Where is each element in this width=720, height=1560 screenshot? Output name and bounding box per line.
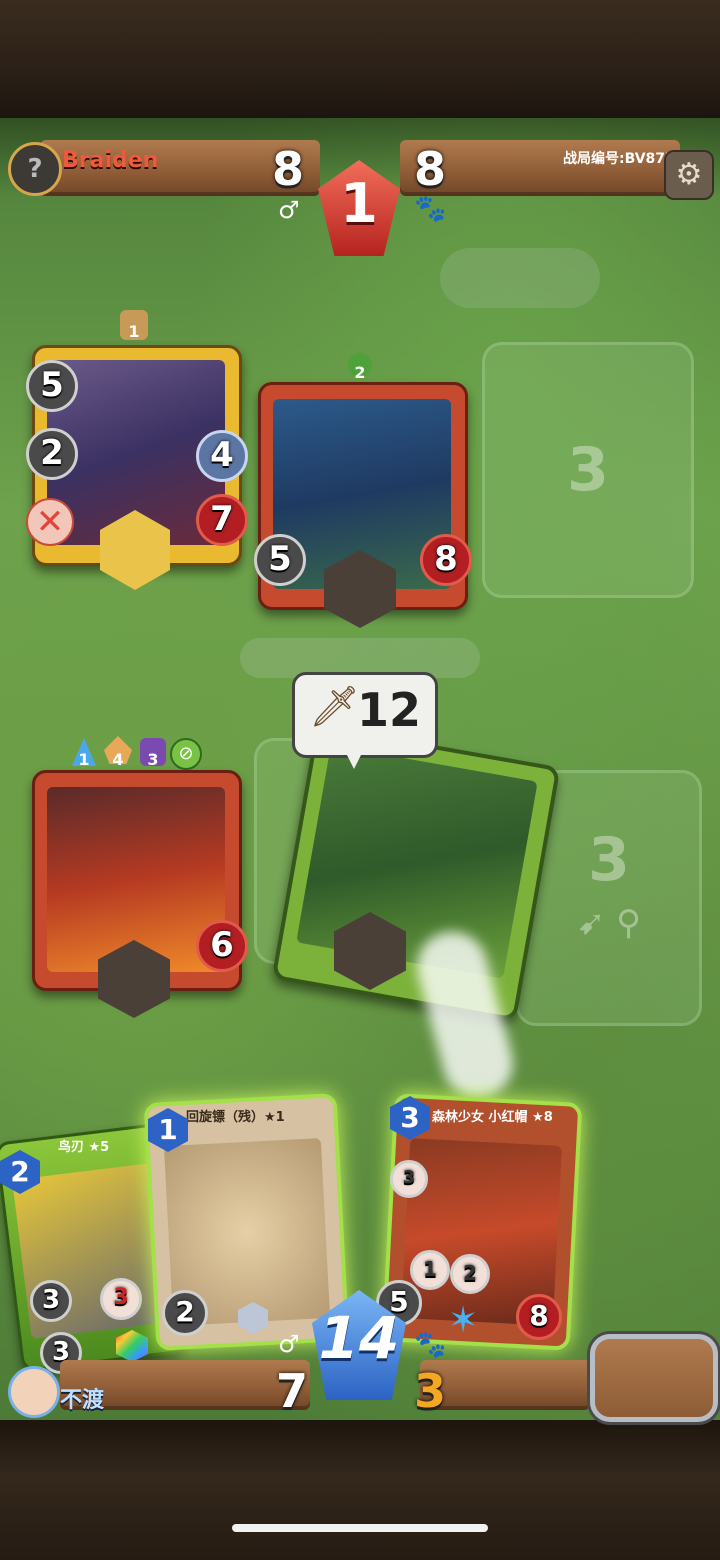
sword-icon: 🗡 — [309, 684, 360, 730]
buff-value: 4 — [112, 750, 124, 769]
player-avatar[interactable] — [8, 1366, 60, 1418]
player-beasts: 3 — [414, 1364, 447, 1418]
turn-number: 1 — [340, 172, 378, 235]
attack-value: 12 — [357, 683, 422, 737]
player-name: 不渡 — [60, 1388, 105, 1413]
no-entry-buff-icon: ⊘ — [170, 738, 202, 770]
gear-icon: ⚙ — [675, 157, 703, 192]
health-stat: 8 — [420, 534, 472, 586]
level-number: 2 — [354, 363, 366, 382]
card-art — [296, 745, 538, 979]
paw-icon: 🐾 — [414, 1330, 447, 1360]
hand-card-title: 鸟刃 ★5 — [58, 1140, 110, 1155]
health-stat: 6 — [196, 920, 248, 972]
hand-card-title: 森林少女 小红帽 ★8 — [432, 1110, 553, 1125]
card-stat: 2 — [162, 1290, 208, 1336]
match-id: 战局编号:BV87P — [563, 151, 676, 167]
attack-stat: 5 — [26, 360, 78, 412]
star-icon: ✶ — [448, 1300, 479, 1341]
range-stat: 2 — [26, 428, 78, 480]
question-mark-icon: ? — [27, 154, 43, 184]
settings-button[interactable]: ⚙ — [664, 150, 714, 200]
home-indicator[interactable] — [232, 1524, 488, 1532]
attack-bubble: 🗡 12 — [292, 672, 438, 758]
potion-icon: ♂ — [278, 196, 300, 224]
rock-decoration — [440, 248, 600, 308]
x-mark-icon: ✕ — [26, 498, 74, 546]
health-stat: 7 — [196, 494, 248, 546]
card-stat: 1 — [410, 1250, 450, 1290]
mana-number: 14 — [318, 1304, 400, 1372]
attack-stat: 5 — [254, 534, 306, 586]
paw-icon: 🐾 — [414, 194, 447, 224]
armor-stat: 4 — [196, 430, 248, 482]
card-stat: 3 — [100, 1278, 142, 1320]
slot-number: 3 — [567, 435, 609, 505]
hand-card-title: 回旋镖（残）★1 — [186, 1110, 285, 1125]
enemy-empty-slot[interactable]: 3 — [482, 342, 694, 598]
buff-value: 1 — [78, 750, 90, 769]
opponent-name: Braiden — [62, 148, 159, 173]
opponent-avatar[interactable]: ? — [8, 142, 62, 196]
end-turn-button[interactable] — [590, 1334, 718, 1422]
opponent-mana: 8 — [272, 142, 305, 196]
card-stat: 2 — [450, 1254, 490, 1294]
player-card-frog[interactable] — [271, 724, 561, 1022]
potion-icon: ♂ — [278, 1330, 300, 1358]
bottom-frame — [0, 1420, 720, 1560]
player-left-resource: 7 — [276, 1364, 309, 1418]
level-number: 1 — [128, 322, 140, 341]
health-stat: 8 — [516, 1294, 562, 1340]
top-frame — [0, 0, 720, 118]
card-stat: 3 — [30, 1280, 72, 1322]
buff-value: 3 — [147, 750, 159, 769]
opponent-beasts: 8 — [414, 142, 447, 196]
card-stat: 3 — [390, 1160, 428, 1198]
bow-hook-icon: ➹ ⚲ — [576, 903, 642, 943]
